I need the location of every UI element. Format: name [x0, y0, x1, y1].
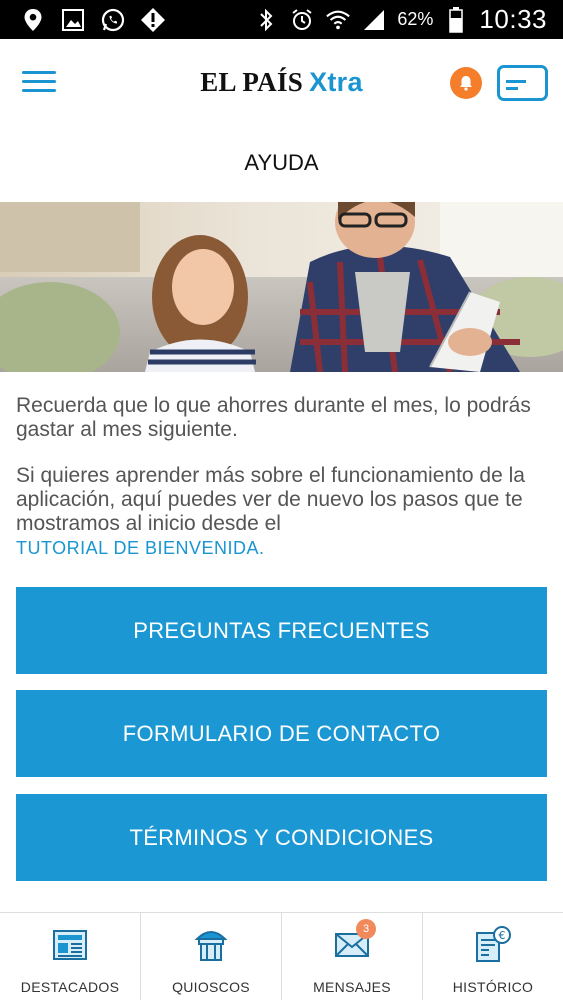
gallery-icon: [60, 7, 86, 33]
nav-item-destacados[interactable]: DESTACADOS: [0, 913, 141, 1000]
app-header: EL PAÍS Xtra: [0, 39, 563, 128]
nav-label: DESTACADOS: [20, 979, 120, 995]
status-bar-right: 62% 10:33: [253, 4, 563, 35]
nav-item-mensajes[interactable]: 3 MENSAJES: [282, 913, 423, 1000]
tutorial-info-text: Si quieres aprender más sobre el funcion…: [16, 464, 546, 560]
tutorial-link[interactable]: TUTORIAL DE BIENVENIDA.: [16, 538, 265, 558]
hero-image: [0, 202, 563, 372]
nav-label: HISTÓRICO: [452, 979, 534, 995]
tutorial-info-paragraph: Si quieres aprender más sobre el funcion…: [16, 464, 525, 535]
wifi-icon: [325, 7, 351, 33]
status-bar: 62% 10:33: [0, 0, 563, 39]
logo-accent-text: Xtra: [309, 67, 363, 97]
alert-icon: [140, 7, 166, 33]
bottom-nav: DESTACADOS QUIOSCOS 3 MENSAJES € HISTÓRI…: [0, 912, 563, 1000]
signal-icon: [361, 7, 387, 33]
alarm-icon: [289, 7, 315, 33]
terms-button[interactable]: TÉRMINOS Y CONDICIONES: [16, 794, 547, 881]
card-button[interactable]: [497, 65, 548, 101]
battery-percent: 62%: [397, 9, 434, 29]
whatsapp-icon: [100, 7, 126, 33]
svg-text:€: €: [499, 929, 506, 942]
nav-item-historico[interactable]: € HISTÓRICO: [423, 913, 563, 1000]
receipt-euro-icon: €: [473, 925, 513, 965]
faq-button[interactable]: PREGUNTAS FRECUENTES: [16, 587, 547, 674]
newspaper-icon: [50, 925, 90, 965]
location-icon: [20, 7, 46, 33]
clock: 10:33: [479, 4, 547, 34]
status-bar-left: [0, 7, 166, 33]
notifications-button[interactable]: [450, 67, 482, 99]
bell-icon: [460, 76, 472, 91]
savings-info-text: Recuerda que lo que ahorres durante el m…: [16, 394, 531, 441]
nav-item-quioscos[interactable]: QUIOSCOS: [141, 913, 282, 1000]
nav-label: MENSAJES: [313, 979, 391, 995]
battery-icon: [443, 6, 469, 33]
nav-label: QUIOSCOS: [172, 979, 250, 995]
logo-main-text: EL PAÍS: [200, 67, 304, 97]
envelope-icon: 3: [332, 919, 376, 965]
contact-form-button[interactable]: FORMULARIO DE CONTACTO: [16, 690, 547, 777]
messages-badge: 3: [356, 919, 376, 939]
bluetooth-icon: [253, 7, 279, 33]
kiosk-icon: [191, 925, 231, 965]
card-icon: [506, 80, 526, 83]
page-title: AYUDA: [244, 150, 319, 175]
